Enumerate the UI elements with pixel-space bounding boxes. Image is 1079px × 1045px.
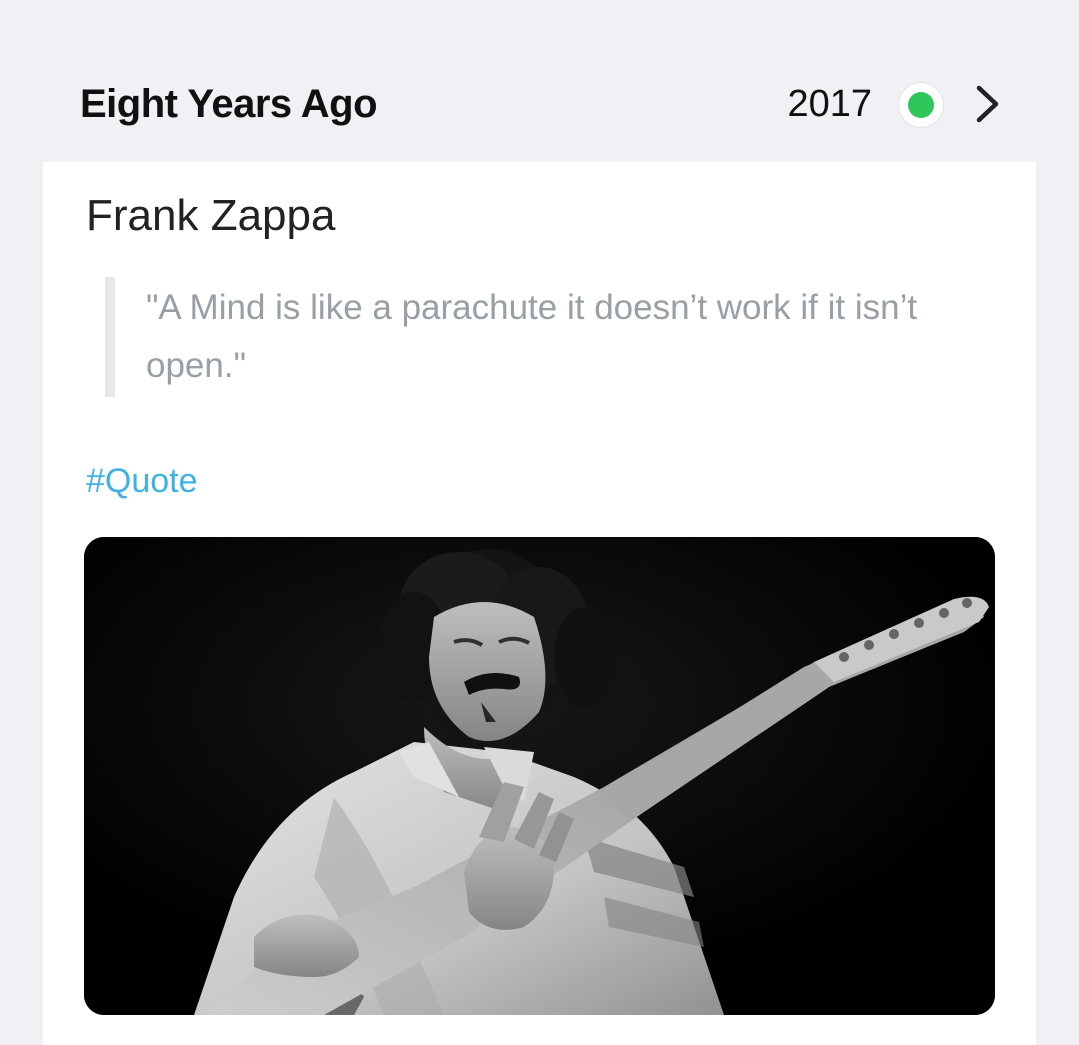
chevron-right-icon	[976, 85, 999, 123]
year-label[interactable]: 2017	[787, 82, 872, 126]
green-dot-icon	[908, 92, 934, 118]
status-indicator[interactable]	[899, 83, 943, 127]
quote-text: "A Mind is like a parachute it doesn’t w…	[146, 288, 918, 385]
entry-title: Frank Zappa	[86, 191, 336, 240]
memory-screen: Eight Years Ago 2017 Frank Zappa "A Mind…	[0, 0, 1079, 1045]
next-button[interactable]	[966, 82, 1010, 126]
blockquote: "A Mind is like a parachute it doesn’t w…	[105, 277, 975, 397]
guitarist-photo	[84, 537, 995, 1015]
section-title: Eight Years Ago	[80, 82, 378, 126]
header: Eight Years Ago 2017	[0, 0, 1079, 160]
entry-photo[interactable]	[84, 537, 995, 1015]
quote-bar	[105, 277, 115, 397]
memory-card[interactable]: Frank Zappa "A Mind is like a parachute …	[43, 162, 1036, 1045]
tag-link[interactable]: #Quote	[86, 459, 198, 503]
